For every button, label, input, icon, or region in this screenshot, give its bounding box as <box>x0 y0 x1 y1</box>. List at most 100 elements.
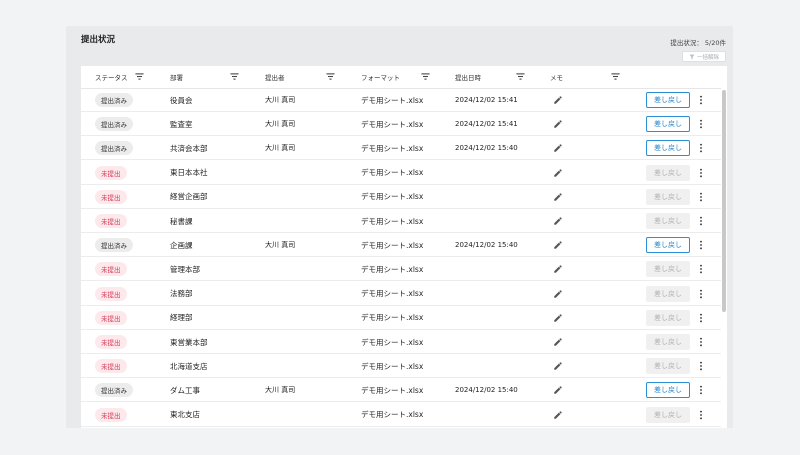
filter-icon[interactable] <box>516 72 525 81</box>
revert-button[interactable]: 差し戻し <box>646 358 690 375</box>
more-options-icon[interactable] <box>698 168 704 178</box>
format-cell: デモ用シート.xlsx <box>361 119 424 129</box>
submitted-date-cell: 2024/12/02 15:40 <box>455 386 518 395</box>
column-header: 提出日時 <box>455 74 481 82</box>
format-cell: デモ用シート.xlsx <box>361 143 424 153</box>
more-options-icon[interactable] <box>698 95 704 105</box>
format-cell: デモ用シート.xlsx <box>361 240 424 250</box>
table-row: 未提出 管理本部 デモ用シート.xlsx 差し戻し <box>81 257 721 282</box>
department-cell: 経営企画部 <box>170 192 208 202</box>
department-cell: 管理本部 <box>170 264 200 274</box>
edit-memo-icon[interactable] <box>553 337 563 347</box>
status-badge: 提出済み <box>95 141 133 156</box>
submission-status-panel: 提出状況 提出状況： 5/20件 一括解除 ステータス 部署 提出者 フォーマット 提出… <box>66 26 733 428</box>
format-cell: デモ用シート.xlsx <box>361 361 424 371</box>
table-row: 提出済み 役員会 大川 真司 デモ用シート.xlsx 2024/12/02 15:41 差… <box>81 88 721 112</box>
status-badge: 未提出 <box>95 359 127 374</box>
submitted-date-cell: 2024/12/02 15:41 <box>455 96 518 104</box>
more-options-icon[interactable] <box>698 337 704 347</box>
edit-memo-icon[interactable] <box>553 240 563 250</box>
more-options-icon[interactable] <box>698 385 704 395</box>
status-badge: 提出済み <box>95 238 133 253</box>
submitter-cell: 大川 真司 <box>265 386 296 395</box>
more-options-icon[interactable] <box>698 410 704 420</box>
department-cell: 秘書課 <box>170 216 193 226</box>
edit-memo-icon[interactable] <box>553 168 563 178</box>
more-options-icon[interactable] <box>698 119 704 129</box>
department-cell: 法務部 <box>170 289 193 299</box>
revert-button[interactable]: 差し戻し <box>646 116 690 133</box>
format-cell: デモ用シート.xlsx <box>361 385 424 395</box>
revert-button[interactable]: 差し戻し <box>646 285 690 302</box>
submitted-date-cell: 2024/12/02 15:40 <box>455 241 518 250</box>
filter-clear-icon <box>689 54 695 59</box>
status-badge: 未提出 <box>95 189 127 204</box>
more-options-icon[interactable] <box>698 289 704 299</box>
revert-button[interactable]: 差し戻し <box>646 188 690 205</box>
filter-icon[interactable] <box>230 72 239 81</box>
edit-memo-icon[interactable] <box>553 361 563 371</box>
department-cell: 東日本本社 <box>170 168 208 178</box>
format-cell: デモ用シート.xlsx <box>361 289 424 299</box>
more-options-icon[interactable] <box>698 361 704 371</box>
revert-button[interactable]: 差し戻し <box>646 334 690 350</box>
table-row: 提出済み ダム工事 大川 真司 デモ用シート.xlsx 2024/12/02 15:40… <box>81 378 721 403</box>
status-badge: 提出済み <box>95 93 133 107</box>
edit-memo-icon[interactable] <box>553 95 563 105</box>
revert-button[interactable]: 差し戻し <box>646 309 690 326</box>
table-row: 提出済み 監査室 大川 真司 デモ用シート.xlsx 2024/12/02 15:41 差… <box>81 112 721 137</box>
revert-button[interactable]: 差し戻し <box>646 92 690 108</box>
format-cell: デモ用シート.xlsx <box>361 410 424 420</box>
panel-title: 提出状況 <box>81 35 116 45</box>
department-cell: 監査室 <box>170 119 193 129</box>
revert-button[interactable]: 差し戻し <box>646 406 690 423</box>
table-row: 未提出 法務部 デモ用シート.xlsx 差し戻し <box>81 282 721 306</box>
more-options-icon[interactable] <box>698 264 704 274</box>
format-cell: デモ用シート.xlsx <box>361 168 424 178</box>
submitter-cell: 大川 真司 <box>265 96 296 104</box>
scrollbar-thumb[interactable] <box>722 90 726 312</box>
department-cell: 共済会本部 <box>170 143 208 153</box>
filter-icon[interactable] <box>421 72 430 81</box>
revert-button[interactable]: 差し戻し <box>646 261 690 278</box>
bulk-clear-label: 一括解除 <box>696 54 719 61</box>
status-badge: 未提出 <box>95 310 127 325</box>
format-cell: デモ用シート.xlsx <box>361 313 424 323</box>
edit-memo-icon[interactable] <box>553 385 563 395</box>
bulk-clear-button[interactable]: 一括解除 <box>682 51 726 62</box>
edit-memo-icon[interactable] <box>553 143 563 153</box>
more-options-icon[interactable] <box>698 192 704 202</box>
status-badge: 未提出 <box>95 262 127 277</box>
more-options-icon[interactable] <box>698 313 704 323</box>
revert-button[interactable]: 差し戻し <box>646 164 690 181</box>
status-badge: 未提出 <box>95 335 127 349</box>
status-count: 提出状況： 5/20件 <box>670 39 726 47</box>
edit-memo-icon[interactable] <box>553 313 563 323</box>
revert-button[interactable]: 差し戻し <box>646 237 690 254</box>
filter-icon[interactable] <box>611 72 620 81</box>
more-options-icon[interactable] <box>698 240 704 250</box>
more-options-icon[interactable] <box>698 216 704 226</box>
column-header: メモ <box>550 74 563 82</box>
edit-memo-icon[interactable] <box>553 216 563 226</box>
table-row: 提出済み 共済会本部 大川 真司 デモ用シート.xlsx 2024/12/02 15:4… <box>81 136 721 161</box>
format-cell: デモ用シート.xlsx <box>361 264 424 274</box>
department-cell: 東営業本部 <box>170 337 208 347</box>
revert-button[interactable]: 差し戻し <box>646 382 690 399</box>
revert-button[interactable]: 差し戻し <box>646 213 690 229</box>
edit-memo-icon[interactable] <box>553 410 563 420</box>
scrollbar[interactable] <box>721 88 727 428</box>
status-badge: 提出済み <box>95 383 133 398</box>
table-row: 未提出 東日本本社 デモ用シート.xlsx 差し戻し <box>81 161 721 185</box>
edit-memo-icon[interactable] <box>553 119 563 129</box>
edit-memo-icon[interactable] <box>553 289 563 299</box>
edit-memo-icon[interactable] <box>553 192 563 202</box>
status-badge: 提出済み <box>95 117 133 132</box>
department-cell: 企画課 <box>170 240 193 250</box>
revert-button[interactable]: 差し戻し <box>646 140 690 157</box>
edit-memo-icon[interactable] <box>553 264 563 274</box>
filter-icon[interactable] <box>135 72 144 81</box>
more-options-icon[interactable] <box>698 143 704 153</box>
column-header: 提出者 <box>265 74 285 82</box>
filter-icon[interactable] <box>326 72 335 81</box>
